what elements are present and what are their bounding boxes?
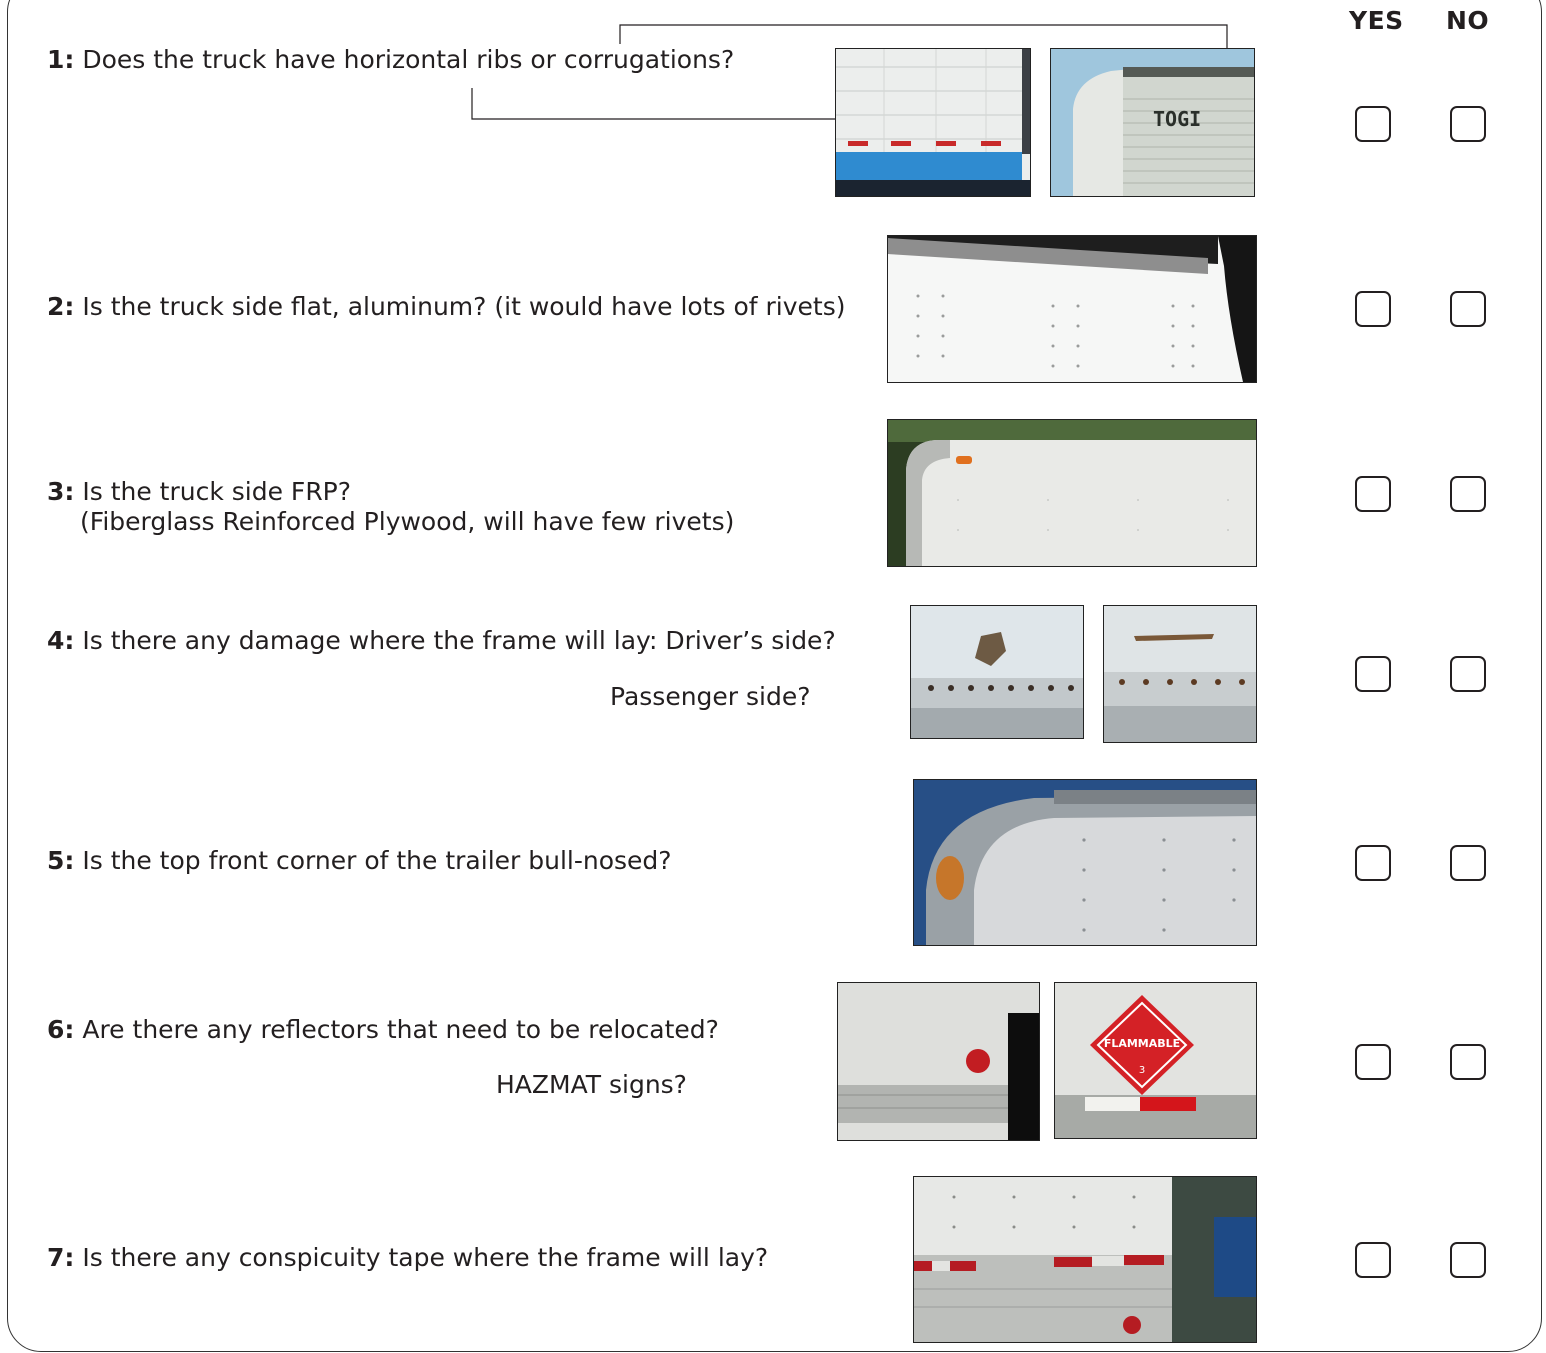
- photo-flat-aluminum-side: [887, 235, 1257, 383]
- photo-bull-nosed-corner: [913, 779, 1257, 946]
- q7-no-checkbox[interactable]: [1450, 1242, 1486, 1278]
- question-6: 6: Are there any reflectors that need to…: [47, 1015, 719, 1045]
- question-number: 3:: [47, 477, 75, 506]
- photo-ribbed-trailer-side: [835, 48, 1031, 197]
- question-text: Is the top front corner of the trailer b…: [74, 846, 672, 875]
- photo-frp-trailer-side: [887, 419, 1257, 567]
- q3-no-checkbox[interactable]: [1450, 476, 1486, 512]
- q2-yes-checkbox[interactable]: [1355, 291, 1391, 327]
- question-7: 7: Is there any conspicuity tape where t…: [47, 1243, 768, 1273]
- question-1: 1: Does the truck have horizontal ribs o…: [47, 45, 734, 75]
- q1-yes-checkbox[interactable]: [1355, 106, 1391, 142]
- question-number: 2:: [47, 292, 75, 321]
- question-4-passenger-side: Passenger side?: [610, 682, 811, 711]
- q6-no-checkbox[interactable]: [1450, 1044, 1486, 1080]
- q3-yes-checkbox[interactable]: [1355, 476, 1391, 512]
- q1-no-checkbox[interactable]: [1450, 106, 1486, 142]
- q2-no-checkbox[interactable]: [1450, 291, 1486, 327]
- question-4: 4: Is there any damage where the frame w…: [47, 626, 836, 656]
- question-text: Does the truck have horizontal ribs or c…: [74, 45, 735, 74]
- question-text: Are there any reflectors that need to be…: [74, 1015, 719, 1044]
- photo-passenger-side-damage: [1103, 605, 1257, 743]
- question-number: 4:: [47, 626, 75, 655]
- question-number: 6:: [47, 1015, 75, 1044]
- photo-corrugated-trailer-corner: TOGI: [1050, 48, 1255, 197]
- question-6-hazmat: HAZMAT signs?: [496, 1070, 687, 1099]
- question-3: 3: Is the truck side FRP?: [47, 477, 351, 507]
- q5-no-checkbox[interactable]: [1450, 845, 1486, 881]
- question-text: Is the truck side FRP?: [74, 477, 352, 506]
- question-number: 7:: [47, 1243, 75, 1272]
- question-number: 1:: [47, 45, 75, 74]
- photo-hazmat-placard: FLAMMABLE 3: [1054, 982, 1257, 1139]
- yes-column-header: YES: [1349, 6, 1404, 35]
- placard-class: 3: [1139, 1065, 1145, 1076]
- q7-yes-checkbox[interactable]: [1355, 1242, 1391, 1278]
- question-2: 2: Is the truck side flat, aluminum? (it…: [47, 292, 846, 322]
- q4-yes-checkbox[interactable]: [1355, 656, 1391, 692]
- question-number: 5:: [47, 846, 75, 875]
- placard-label: FLAMMABLE: [1104, 1037, 1180, 1050]
- question-3-note: (Fiberglass Reinforced Plywood, will hav…: [80, 507, 735, 536]
- q6-yes-checkbox[interactable]: [1355, 1044, 1391, 1080]
- form-border: [7, 0, 1542, 1352]
- trailer-id-label: TOGI: [1153, 107, 1201, 131]
- no-column-header: NO: [1446, 6, 1490, 35]
- question-text: Is there any conspicuity tape where the …: [74, 1243, 769, 1272]
- question-5: 5: Is the top front corner of the traile…: [47, 846, 672, 876]
- question-text: Is the truck side flat, aluminum? (it wo…: [74, 292, 846, 321]
- photo-reflector: [837, 982, 1040, 1141]
- photo-driver-side-damage: [910, 605, 1084, 739]
- question-text: Is there any damage where the frame will…: [74, 626, 836, 655]
- q5-yes-checkbox[interactable]: [1355, 845, 1391, 881]
- q4-no-checkbox[interactable]: [1450, 656, 1486, 692]
- photo-conspicuity-tape: [913, 1176, 1257, 1343]
